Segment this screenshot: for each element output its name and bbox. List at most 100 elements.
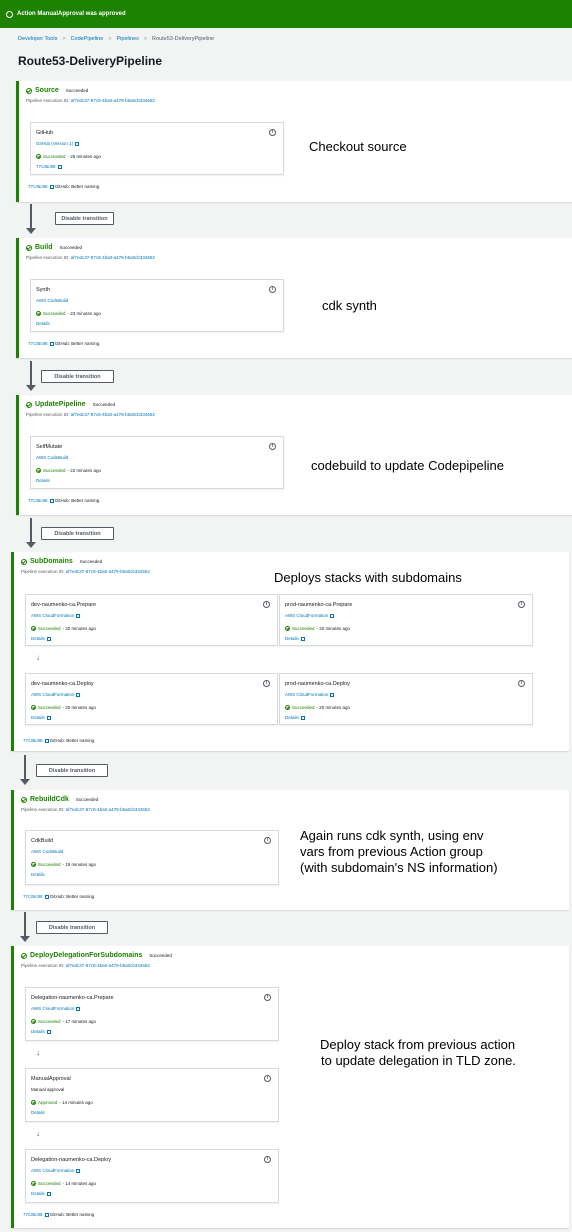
action-status: Succeeded - 14 minutes ago	[31, 1181, 96, 1186]
info-icon[interactable]: i	[518, 601, 525, 608]
info-icon[interactable]: i	[518, 680, 525, 687]
annotation-delegation: Deploy stack from previous action to upd…	[320, 1037, 516, 1068]
info-icon[interactable]: i	[263, 601, 270, 608]
execution-id-link[interactable]: af7edc37-87c8-4ba0-a478-b5a0cb334652	[71, 98, 155, 103]
execution-id-link[interactable]: af7edc37-87c8-4ba0-a478-b5a0cb334652	[71, 412, 155, 417]
info-icon[interactable]: i	[264, 837, 271, 844]
action-provider-link[interactable]: AWS CloudFormation	[31, 1006, 81, 1011]
details-link[interactable]: Details	[31, 872, 45, 877]
external-link-icon	[76, 613, 81, 618]
info-icon[interactable]: i	[269, 443, 276, 450]
details-link[interactable]: Details	[31, 1110, 45, 1115]
details-link[interactable]: Details	[285, 636, 305, 641]
flash-banner: Action ManualApproval was approved	[0, 0, 572, 28]
info-icon[interactable]: i	[264, 994, 271, 1001]
success-icon	[21, 796, 27, 803]
execution-id-link[interactable]: af7edc37-87c8-4ba0-a478-b5a0cb334652	[71, 255, 155, 260]
commit-hash-link[interactable]: 77c35c88	[23, 738, 43, 743]
info-icon[interactable]: i	[264, 1156, 271, 1163]
commit-hash-link[interactable]: 77c35c88	[28, 184, 48, 189]
commit-message: GitHub: Better naming	[54, 498, 100, 503]
action-provider-link[interactable]: AWS CodeBuild	[31, 849, 63, 854]
action-provider-link[interactable]: AWS CloudFormation	[31, 1168, 81, 1173]
execution-id-link[interactable]: af7edc37-87c8-4ba0-a478-b5a0cb334652	[66, 569, 150, 574]
action-name: Delegation-naumenko-ca.Prepare	[31, 995, 114, 1001]
success-icon	[31, 1181, 36, 1186]
disable-transition-button[interactable]: Disable transition	[41, 370, 114, 383]
stage-status: Succeeded	[149, 953, 172, 958]
details-link[interactable]: Details	[36, 478, 50, 483]
success-icon	[36, 311, 41, 316]
breadcrumb-pipelines[interactable]: Pipelines	[117, 36, 139, 42]
action-provider-link[interactable]: AWS CodeBuild	[36, 455, 68, 460]
arrow-down-icon: ↓	[36, 1048, 40, 1057]
action-provider-link[interactable]: AWS CloudFormation	[31, 692, 81, 697]
commit-hash-link[interactable]: 77c35c88	[28, 341, 48, 346]
commit-message: GitHub: Better naming	[49, 1212, 95, 1217]
success-icon	[21, 558, 27, 565]
stage-status: Succeeded	[65, 88, 89, 93]
stage-name[interactable]: DeployDelegationForSubdomains	[30, 952, 142, 959]
transition-arrow	[26, 361, 36, 391]
action-status: Succeeded - 25 minutes ago	[36, 154, 101, 159]
commit-hash-link[interactable]: 77c35c88	[23, 894, 43, 899]
breadcrumb-developer-tools[interactable]: Developer Tools	[18, 36, 57, 42]
breadcrumb-codepipeline[interactable]: CodePipeline	[71, 36, 104, 42]
action-name: GitHub	[36, 130, 54, 136]
info-icon[interactable]: i	[263, 680, 270, 687]
success-icon	[31, 1100, 36, 1105]
details-link[interactable]: Details	[31, 715, 51, 720]
stage-name[interactable]: SubDomains	[30, 558, 73, 565]
external-link-icon	[330, 613, 335, 618]
success-icon	[31, 626, 36, 631]
action-provider-link[interactable]: AWS CloudFormation	[31, 613, 81, 618]
commit-hash-link[interactable]: 77c35c88	[23, 1212, 43, 1217]
stage-name[interactable]: Source	[35, 87, 59, 94]
disable-transition-button[interactable]: Disable transition	[36, 764, 108, 777]
action-provider-link[interactable]: AWS CloudFormation	[285, 692, 335, 697]
action-provider-link[interactable]: AWS CloudFormation	[285, 613, 335, 618]
external-link-icon	[46, 1191, 51, 1196]
success-icon	[31, 705, 36, 710]
details-link[interactable]: Details	[36, 321, 50, 326]
external-link-icon	[46, 1029, 51, 1034]
commit-message: GitHub: Better naming	[49, 894, 95, 899]
action-card-prod-deploy: prod-naumenko-ca.Deploy i AWS CloudForma…	[279, 673, 533, 725]
transition-arrow	[20, 912, 30, 942]
execution-id: Pipeline execution ID: af7edc37-87c8-4ba…	[21, 963, 150, 968]
details-link[interactable]: Details	[31, 1191, 51, 1196]
disable-transition-button[interactable]: Disable transition	[41, 527, 114, 540]
annotation-build: cdk synth	[322, 298, 377, 313]
details-link[interactable]: Details	[31, 1029, 51, 1034]
action-provider-link[interactable]: AWS CodeBuild	[36, 298, 68, 303]
details-link[interactable]: Details	[31, 636, 51, 641]
commit-message: GitHub: Better naming	[49, 738, 95, 743]
disable-transition-button[interactable]: Disable transition	[36, 921, 108, 934]
commit-message: GitHub: Better naming	[54, 341, 100, 346]
action-status: Succeeded - 19 minutes ago	[31, 862, 96, 867]
commit-info: 77c35c88 GitHub: Better naming	[23, 894, 94, 899]
action-status: Succeeded - 23 minutes ago	[36, 311, 101, 316]
commit-link[interactable]: 77c35c88	[36, 164, 62, 169]
info-icon[interactable]: i	[264, 1075, 271, 1082]
external-link-icon	[44, 738, 49, 743]
stage-name[interactable]: RebuildCdk	[30, 796, 69, 803]
action-card-github: GitHub i GitHub (Version 1) Succeeded - 2…	[30, 122, 284, 175]
action-provider-link[interactable]: GitHub (Version 1)	[36, 141, 80, 146]
success-icon	[31, 1019, 36, 1024]
action-status: Succeeded - 20 minutes ago	[31, 705, 96, 710]
stage-name[interactable]: Build	[35, 244, 53, 251]
stage-status: Succeeded	[79, 559, 103, 564]
details-link[interactable]: Details	[285, 715, 305, 720]
action-status: Succeeded - 17 minutes ago	[31, 1019, 96, 1024]
info-icon[interactable]: i	[269, 286, 276, 293]
disable-transition-button[interactable]: Disable transition	[55, 212, 114, 225]
stage-name[interactable]: UpdatePipeline	[35, 401, 86, 408]
commit-hash-link[interactable]: 77c35c88	[28, 498, 48, 503]
execution-id-link[interactable]: af7edc37-87c8-4ba0-a478-b5a0cb334652	[66, 807, 150, 812]
commit-info: 77c35c88 GitHub: Better naming	[28, 498, 99, 503]
action-card-selfmutate: SelfMutate i AWS CodeBuild Succeeded - 22…	[30, 436, 284, 489]
execution-id-link[interactable]: af7edc37-87c8-4ba0-a478-b5a0cb334652	[66, 963, 150, 968]
info-icon[interactable]: i	[269, 129, 276, 136]
success-icon	[36, 468, 41, 473]
